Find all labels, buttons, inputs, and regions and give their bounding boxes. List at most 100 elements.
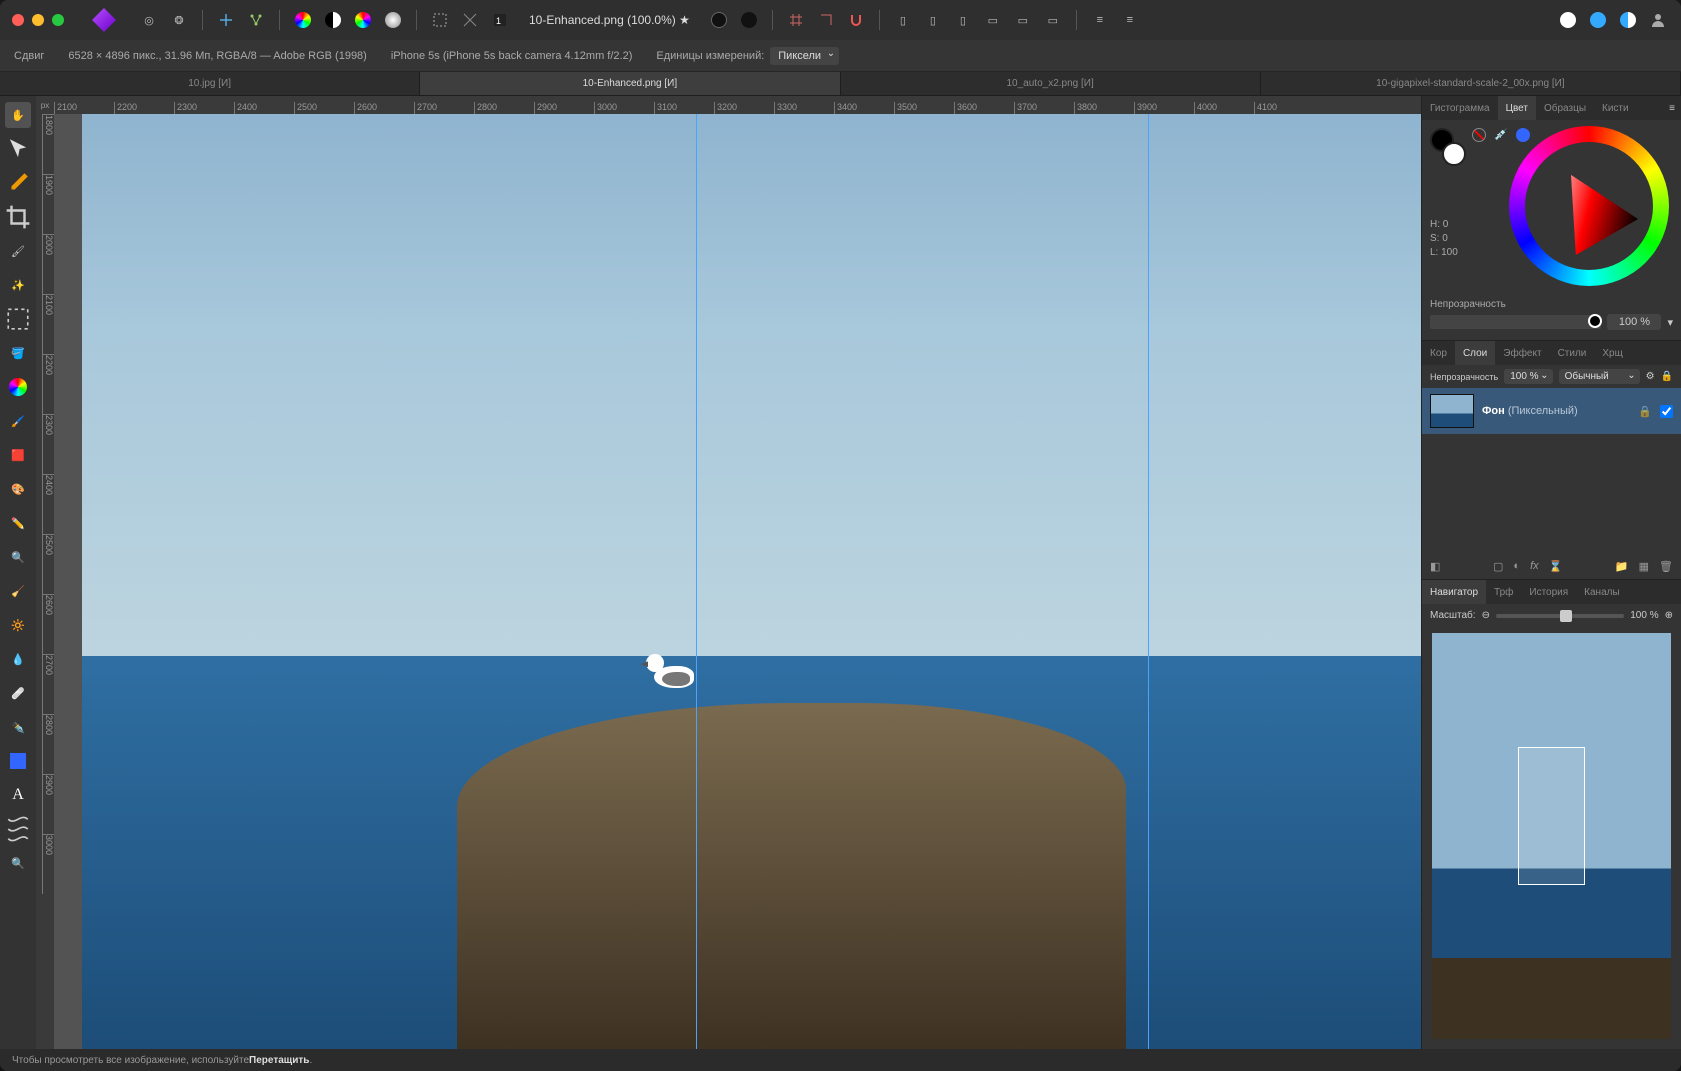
colour-chip-icon[interactable] — [1516, 128, 1530, 142]
tab-text-short[interactable]: Хрщ — [1594, 341, 1630, 365]
layer-row[interactable]: Фон (Пиксельный) 🔒 — [1422, 388, 1681, 434]
delete-layer-icon[interactable]: 🗑 — [1659, 560, 1673, 573]
units-select[interactable]: Пиксели — [770, 47, 839, 65]
healing-tool-icon[interactable]: 🩹 — [5, 680, 31, 706]
zoom-window-button[interactable] — [52, 14, 64, 26]
ruler-horizontal[interactable]: 2100220023002400250026002700280029003000… — [36, 96, 1421, 114]
flood-fill-tool-icon[interactable]: 🪣 — [5, 340, 31, 366]
live-filter-icon[interactable]: ⌛ — [1549, 560, 1563, 573]
pen-tool-icon[interactable]: ✒️ — [5, 714, 31, 740]
zoom-value[interactable]: 100 % — [1630, 610, 1658, 621]
mask-layer-icon[interactable]: ▢ — [1493, 560, 1503, 573]
mesh-warp-tool-icon[interactable] — [5, 816, 31, 842]
tab-history[interactable]: История — [1521, 580, 1576, 604]
adjustment-layer-icon[interactable]: ◐ — [1513, 560, 1520, 573]
fx-layer-icon[interactable]: fx — [1530, 560, 1539, 573]
paint-mixer-tool-icon[interactable]: 🎨 — [5, 476, 31, 502]
tab-colour[interactable]: Цвет — [1498, 96, 1536, 120]
close-window-button[interactable] — [12, 14, 24, 26]
toolbar-quickmask-icon[interactable] — [738, 9, 760, 31]
tab-channels-short[interactable]: Кор — [1422, 341, 1455, 365]
tab-layers[interactable]: Слои — [1455, 341, 1495, 365]
toolbar-align-vcenter-icon[interactable]: ▭ — [1012, 9, 1034, 31]
color-picker-tool-icon[interactable] — [5, 170, 31, 196]
navigator-preview[interactable] — [1432, 633, 1671, 1039]
tab-transform[interactable]: Трф — [1486, 580, 1521, 604]
zoom-slider[interactable] — [1496, 614, 1624, 618]
toolbar-fill-blue-icon[interactable] — [1587, 9, 1609, 31]
toolbar-align-hcenter-icon[interactable]: ▯ — [922, 9, 944, 31]
hand-tool-icon[interactable]: ✋ — [5, 102, 31, 128]
toolbar-assets-icon[interactable]: 1 — [489, 9, 511, 31]
gradient-tool-icon[interactable] — [5, 374, 31, 400]
flood-select-tool-icon[interactable]: ✨ — [5, 272, 31, 298]
toolbar-distribute-h-icon[interactable]: ≡ — [1089, 9, 1111, 31]
move-tool-icon[interactable] — [5, 136, 31, 162]
toolbar-marquee-icon[interactable] — [429, 9, 451, 31]
background-swatch[interactable] — [1442, 142, 1466, 166]
tab-channels[interactable]: Каналы — [1576, 580, 1628, 604]
toolbar-magnet-icon[interactable] — [845, 9, 867, 31]
toolbar-align-top-icon[interactable]: ▭ — [982, 9, 1004, 31]
toolbar-align-right-icon[interactable]: ▯ — [952, 9, 974, 31]
guide-vertical[interactable] — [696, 114, 697, 1049]
toolbar-node-icon[interactable] — [215, 9, 237, 31]
toolbar-share-icon[interactable] — [245, 9, 267, 31]
tab-brushes[interactable]: Кисти — [1594, 96, 1637, 120]
toolbar-align-left-icon[interactable]: ▯ — [892, 9, 914, 31]
selection-brush-tool-icon[interactable]: 🖌 — [5, 238, 31, 264]
ruler-vertical[interactable]: 1800190020002100220023002400250026002700… — [36, 114, 54, 1049]
layer-lock-icon[interactable]: 🔒 — [1661, 371, 1673, 382]
colour-wheel[interactable] — [1509, 126, 1669, 286]
zoom-in-icon[interactable]: ⊕ — [1665, 610, 1673, 621]
toolbar-softproof-icon[interactable] — [382, 9, 404, 31]
blend-mode-select[interactable]: Обычный — [1559, 369, 1640, 384]
guide-vertical[interactable] — [1148, 114, 1149, 1049]
document-tab[interactable]: 10.jpg [И] — [0, 72, 420, 95]
tab-styles[interactable]: Стили — [1550, 341, 1595, 365]
erase-tool-icon[interactable]: ✏️ — [5, 510, 31, 536]
toolbar-fill-white-icon[interactable] — [1557, 9, 1579, 31]
opacity-menu-icon[interactable]: ▾ — [1667, 316, 1673, 329]
pixel-tool-icon[interactable]: 🟥 — [5, 442, 31, 468]
panel-menu-icon[interactable]: ≡ — [1663, 103, 1681, 114]
persona-photo-icon[interactable]: ◎ — [138, 9, 160, 31]
tab-swatches[interactable]: Образцы — [1536, 96, 1594, 120]
toolbar-snap-axis-icon[interactable] — [815, 9, 837, 31]
toolbar-distribute-v-icon[interactable]: ≡ — [1119, 9, 1141, 31]
rectangle-tool-icon[interactable] — [5, 748, 31, 774]
opacity-slider[interactable] — [1430, 315, 1601, 329]
toolbar-mask-icon[interactable] — [708, 9, 730, 31]
navigator-viewport[interactable] — [1518, 747, 1585, 885]
zoom-tool-icon[interactable]: 🔍 — [5, 850, 31, 876]
tab-effects[interactable]: Эффект — [1495, 341, 1549, 365]
account-icon[interactable] — [1647, 9, 1669, 31]
marquee-tool-icon[interactable] — [5, 306, 31, 332]
tab-histogram[interactable]: Гистограмма — [1422, 96, 1498, 120]
toolbar-colorwheel-icon[interactable] — [292, 9, 314, 31]
none-swatch-icon[interactable] — [1472, 128, 1486, 142]
layer-blend-ranges-icon[interactable]: ◧ — [1430, 560, 1440, 573]
minimize-window-button[interactable] — [32, 14, 44, 26]
layer-visibility-checkbox[interactable] — [1660, 405, 1673, 418]
persona-liquify-icon[interactable]: ❂ — [168, 9, 190, 31]
tab-navigator[interactable]: Навигатор — [1422, 580, 1486, 604]
toolbar-halftone-icon[interactable] — [1617, 9, 1639, 31]
text-tool-icon[interactable]: A — [5, 782, 31, 808]
add-pixel-layer-icon[interactable]: ▦ — [1639, 560, 1649, 573]
document-tab[interactable]: 10-Enhanced.png [И] — [420, 72, 840, 95]
layer-opacity-value[interactable]: 100 % — [1504, 369, 1552, 384]
toolbar-gradient-icon[interactable] — [352, 9, 374, 31]
document-tab[interactable]: 10_auto_x2.png [И] — [841, 72, 1261, 95]
paint-brush-tool-icon[interactable]: 🖌️ — [5, 408, 31, 434]
crop-tool-icon[interactable] — [5, 204, 31, 230]
layer-settings-icon[interactable]: ⚙ — [1646, 371, 1655, 382]
dodge-tool-icon[interactable]: 🔆 — [5, 612, 31, 638]
document-tab[interactable]: 10-gigapixel-standard-scale-2_00x.png [И… — [1261, 72, 1681, 95]
toolbar-align-bottom-icon[interactable]: ▭ — [1042, 9, 1064, 31]
eyedropper-icon[interactable]: 💉 — [1494, 128, 1508, 142]
layer-lock-indicator-icon[interactable]: 🔒 — [1638, 405, 1652, 418]
clone-tool-icon[interactable]: 🔍 — [5, 544, 31, 570]
opacity-value[interactable]: 100 % — [1607, 314, 1661, 330]
zoom-out-icon[interactable]: ⊖ — [1482, 610, 1490, 621]
